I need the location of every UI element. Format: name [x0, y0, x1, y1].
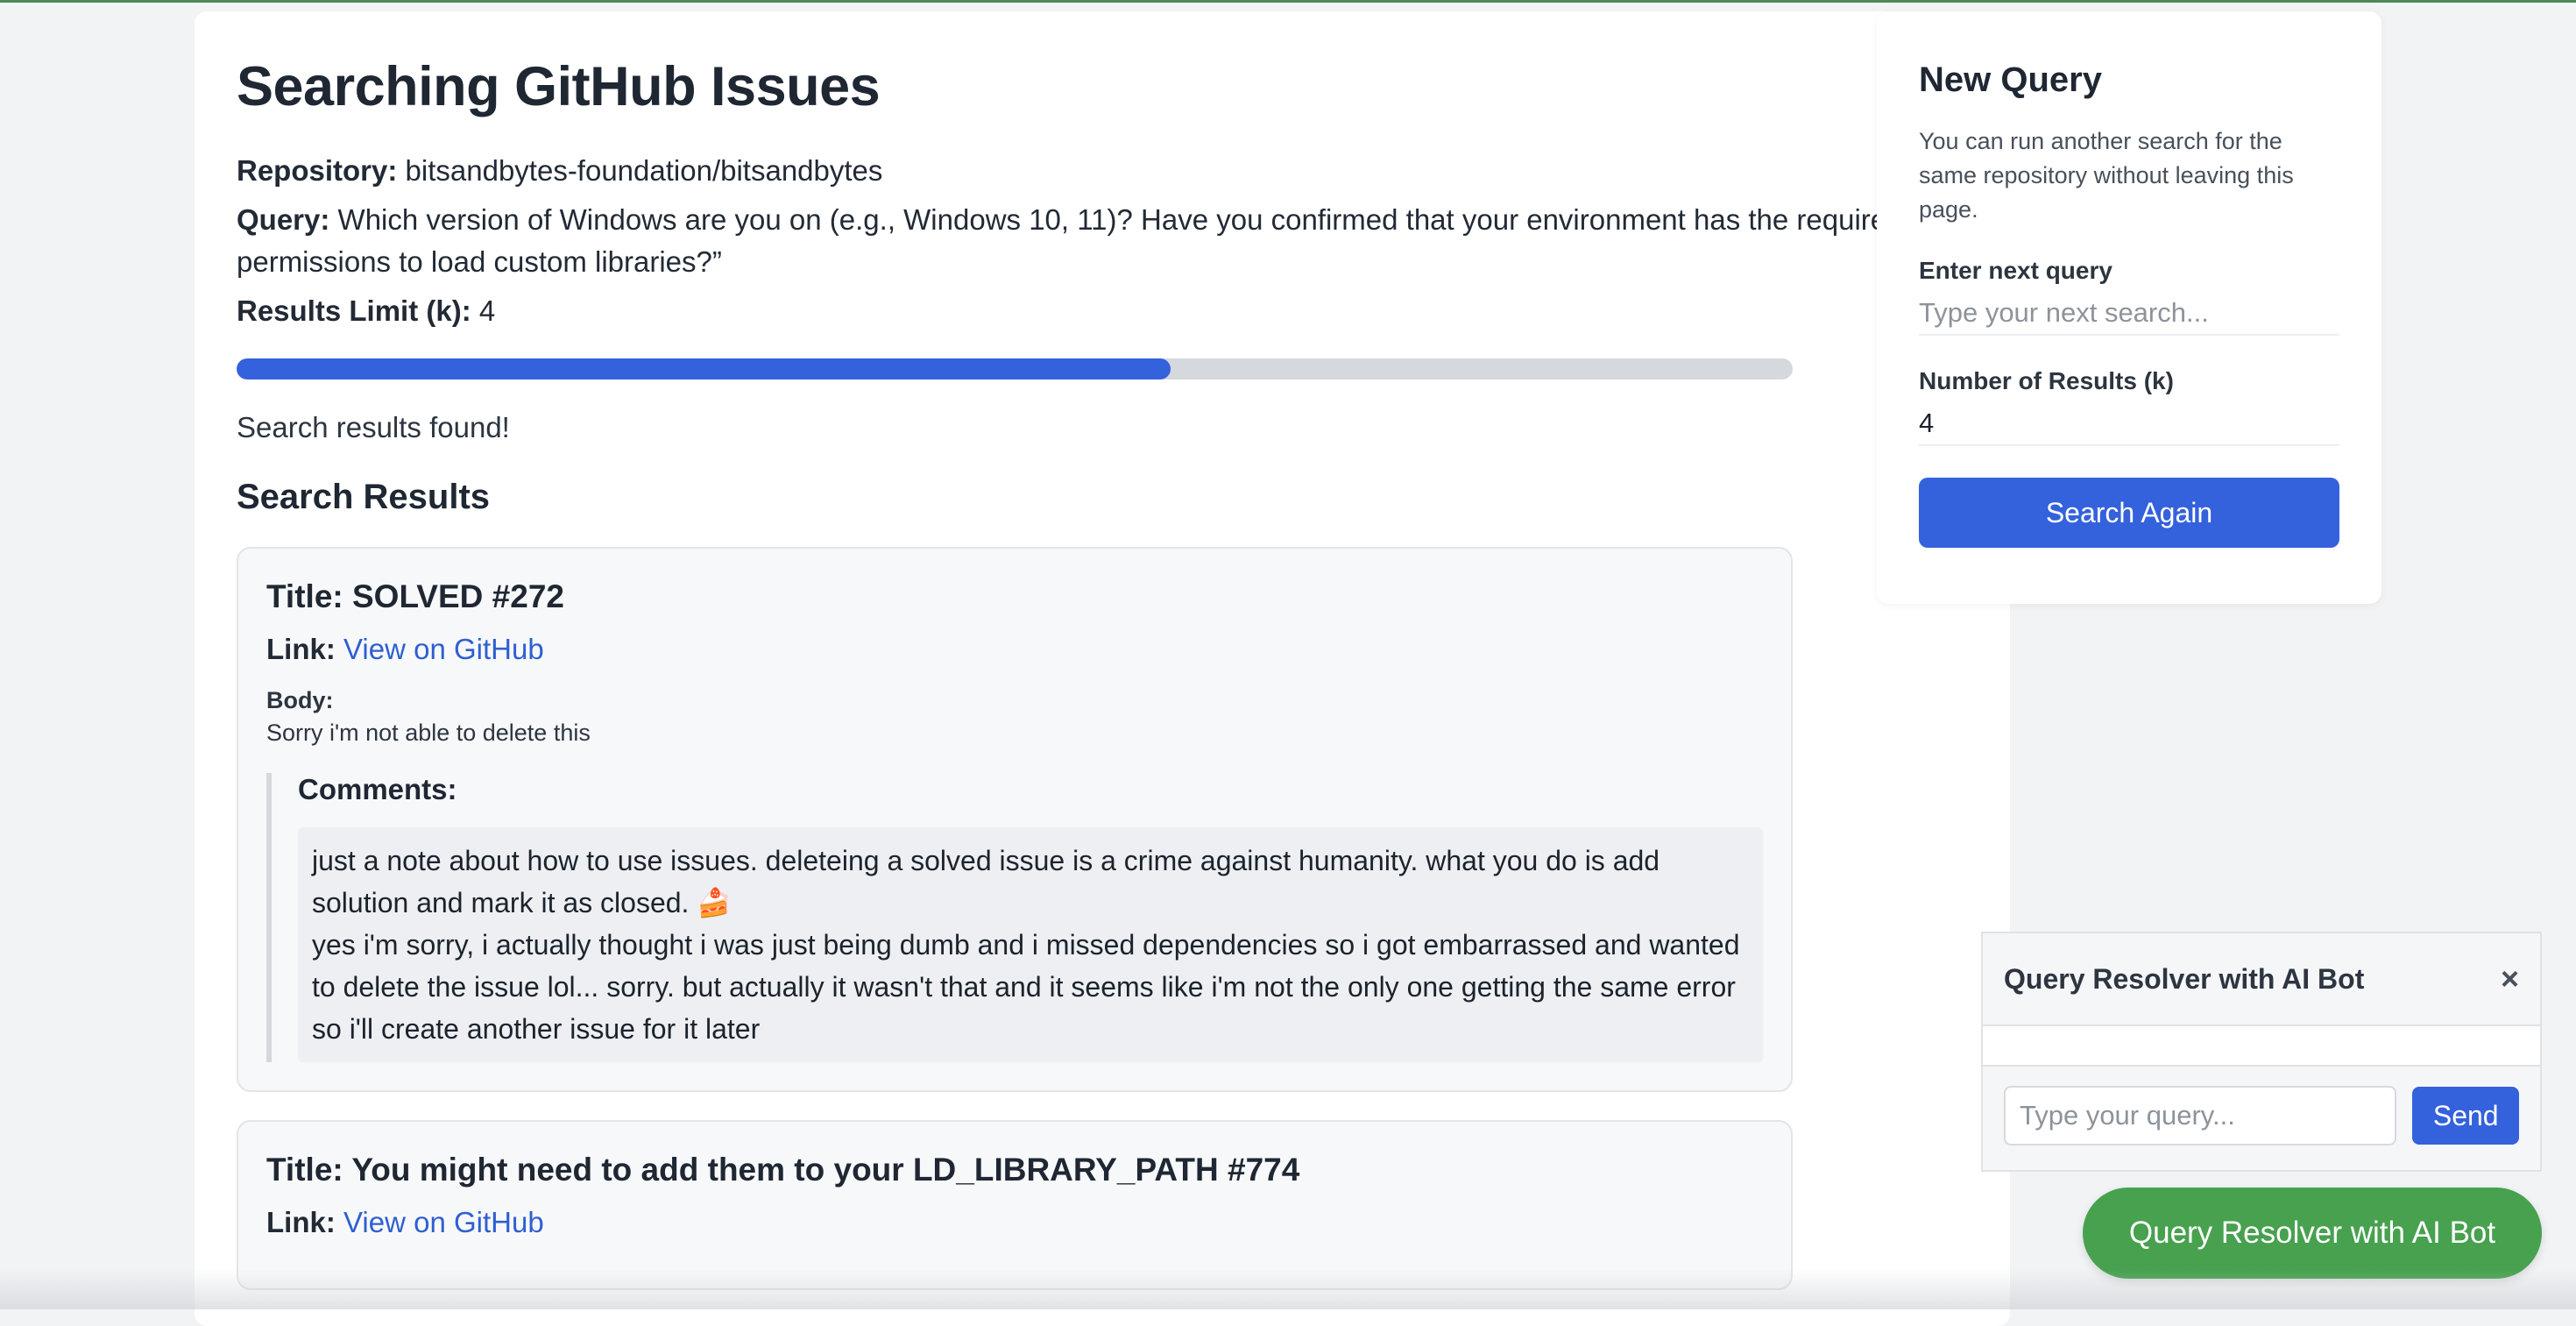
close-icon[interactable]: ×: [2501, 963, 2519, 995]
new-query-description: You can run another search for the same …: [1919, 128, 2294, 223]
k-input[interactable]: [1919, 404, 2339, 446]
repository-line: Repository: bitsandbytes-foundation/bits…: [237, 150, 1968, 192]
limit-line: Results Limit (k): 4: [237, 290, 1968, 332]
search-again-button[interactable]: Search Again: [1919, 478, 2339, 548]
result-title: Title: You might need to add them to you…: [266, 1152, 1300, 1188]
result-link-line: Link: View on GitHub: [266, 633, 1763, 666]
view-on-github-link[interactable]: View on GitHub: [343, 633, 544, 665]
comment-text: yes i'm sorry, i actually thought i was …: [312, 929, 1740, 1045]
query-value: Which version of Windows are you on (e.g…: [237, 203, 1903, 278]
repository-label: Repository:: [237, 154, 398, 187]
results-heading: Search Results: [237, 478, 491, 516]
query-label: Query:: [237, 203, 330, 236]
next-query-label: Enter next query: [1919, 257, 2112, 284]
comments-block: Comments: just a note about how to use i…: [266, 773, 1763, 1062]
link-label: Link:: [266, 1206, 336, 1238]
body-text: Sorry i'm not able to delete this: [266, 720, 591, 746]
status-text: Search results found!: [237, 411, 510, 443]
new-query-title: New Query: [1919, 60, 2102, 99]
comments-box: just a note about how to use issues. del…: [298, 827, 1763, 1062]
open-chat-button[interactable]: Query Resolver with AI Bot: [2083, 1188, 2542, 1279]
progress-fill: [237, 358, 1171, 379]
limit-label: Results Limit (k):: [237, 294, 471, 327]
chat-widget: Query Resolver with AI Bot × Send: [1981, 932, 2542, 1172]
result-title: Title: SOLVED #272: [266, 578, 564, 614]
send-button[interactable]: Send: [2412, 1087, 2519, 1145]
chat-header: Query Resolver with AI Bot ×: [1983, 933, 2540, 1026]
view-on-github-link[interactable]: View on GitHub: [343, 1206, 544, 1238]
link-label: Link:: [266, 633, 336, 665]
k-label: Number of Results (k): [1919, 367, 2174, 394]
main-card: Searching GitHub Issues Repository: bits…: [195, 11, 2010, 1326]
progress-bar: [237, 358, 1793, 379]
chat-query-input[interactable]: [2004, 1086, 2397, 1145]
result-link-line: Link: View on GitHub: [266, 1206, 1763, 1239]
repository-value: bitsandbytes-foundation/bitsandbytes: [405, 154, 883, 187]
result-card: Title: You might need to add them to you…: [237, 1120, 1793, 1290]
chat-input-row: Send: [1983, 1067, 2540, 1145]
comments-label: Comments:: [298, 773, 457, 805]
next-query-input[interactable]: [1919, 294, 2339, 336]
body-label: Body:: [266, 687, 334, 713]
limit-value: 4: [478, 294, 496, 327]
page-title: Searching GitHub Issues: [237, 56, 881, 117]
result-card: Title: SOLVED #272 Link: View on GitHub …: [237, 547, 1793, 1092]
chat-title: Query Resolver with AI Bot: [2004, 962, 2365, 995]
chat-messages: [1983, 1026, 2540, 1067]
query-line: Query: Which version of Windows are you …: [237, 199, 1968, 283]
new-query-panel: New Query You can run another search for…: [1877, 11, 2381, 604]
comment-text: just a note about how to use issues. del…: [312, 845, 1660, 918]
